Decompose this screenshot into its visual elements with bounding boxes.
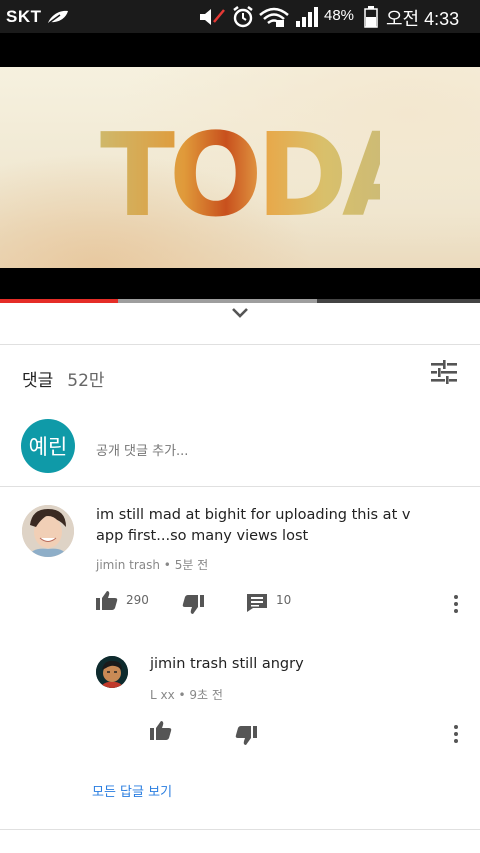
leaf-icon xyxy=(46,9,70,29)
mute-icon xyxy=(200,9,225,25)
reply-icon[interactable] xyxy=(247,594,267,616)
comments-count: 52만 xyxy=(67,371,105,391)
divider xyxy=(0,344,480,345)
signal-icon xyxy=(296,7,318,27)
reply-count: 10 xyxy=(276,593,292,607)
carrier-label: SKT xyxy=(6,7,42,26)
like-count: 290 xyxy=(126,593,149,607)
avatar-initials: 예린 xyxy=(28,435,68,459)
reply-text: jimin trash still angry xyxy=(150,656,304,672)
alarm-icon xyxy=(233,6,253,28)
comment-time: 5분 전 xyxy=(174,558,209,572)
chevron-down-icon[interactable] xyxy=(229,305,251,319)
divider xyxy=(0,829,480,830)
view-all-replies-link[interactable]: 모든 답글 보기 xyxy=(92,781,172,800)
thumbs-up-icon[interactable] xyxy=(150,720,172,744)
comment-text: im still mad at bighit for uploading thi… xyxy=(96,507,411,544)
avatar: 예린 xyxy=(21,419,75,473)
progress-played xyxy=(0,299,118,303)
comments-label: 댓글 xyxy=(22,371,54,391)
sort-icon[interactable] xyxy=(431,360,457,388)
video-title-text: TODAY xyxy=(100,107,480,243)
comments-header: 댓글 52만 xyxy=(22,366,105,391)
video-progress-bar[interactable] xyxy=(0,299,480,303)
comment-meta: jimin trash • 5분 전 xyxy=(96,558,209,572)
battery-icon xyxy=(364,6,378,32)
comment-author[interactable]: jimin trash xyxy=(96,558,160,572)
clock: 오전 4:33 xyxy=(386,9,460,29)
battery-percent: 48% xyxy=(324,7,355,24)
commenter-avatar[interactable] xyxy=(22,505,74,557)
video-player[interactable]: TODAY xyxy=(0,33,480,302)
more-options-icon[interactable] xyxy=(453,725,459,746)
reply-time: 9초 전 xyxy=(189,688,223,702)
reply-avatar[interactable] xyxy=(96,656,128,688)
thumbs-up-icon[interactable] xyxy=(96,590,118,614)
thumbs-down-icon[interactable] xyxy=(235,726,257,750)
reply-meta: L xx • 9초 전 xyxy=(150,688,223,702)
wifi-icon xyxy=(259,7,289,27)
video-letterbox xyxy=(0,268,480,302)
divider xyxy=(0,486,480,487)
progress-buffered xyxy=(117,299,317,303)
status-icons xyxy=(198,5,322,33)
reply-author[interactable]: L xx xyxy=(150,688,175,702)
add-comment-input[interactable]: 공개 댓글 추가... xyxy=(96,440,188,459)
thumbs-down-icon[interactable] xyxy=(182,595,204,619)
status-bar: SKT 48% 오전 4:33 xyxy=(0,0,480,33)
more-options-icon[interactable] xyxy=(453,595,459,616)
video-frame: TODAY xyxy=(0,67,480,302)
